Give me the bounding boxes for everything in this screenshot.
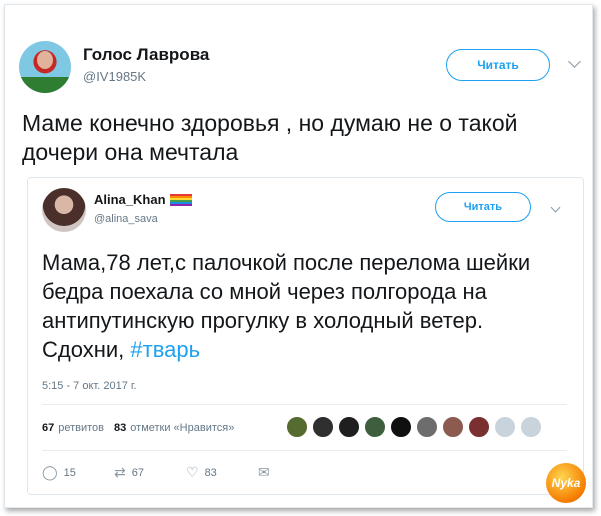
liker-avatar[interactable] (468, 416, 490, 438)
retweets-stat[interactable]: 67 ретвитов (42, 422, 104, 434)
quoted-tweet-body: Мама,78 лет,с палочкой после перелома ше… (42, 250, 531, 362)
watermark-logo: Nyka (546, 463, 586, 503)
like-action[interactable]: ♡ 83 (186, 464, 258, 481)
reply-count: 15 (63, 466, 76, 479)
follow-button[interactable]: Читать (446, 49, 550, 81)
retweets-count: 67 (42, 422, 55, 434)
liker-avatar[interactable] (416, 416, 438, 438)
quoted-chevron-down-icon[interactable] (550, 202, 561, 213)
quoted-author-name-row[interactable]: Alina_Khan (94, 192, 192, 207)
liker-avatar[interactable] (442, 416, 464, 438)
tweet-text: Маме конечно здоровья , но думаю не о та… (22, 110, 518, 165)
liker-avatar[interactable] (494, 416, 516, 438)
retweets-label: ретвитов (58, 422, 105, 434)
quoted-author-avatar[interactable] (42, 188, 86, 232)
retweet-icon: ⇄ (114, 464, 126, 480)
author-handle[interactable]: @IV1985K (83, 69, 146, 84)
liker-avatars (286, 416, 542, 438)
message-action[interactable]: ✉ (258, 464, 330, 481)
quoted-tweet-text: Мама,78 лет,с палочкой после перелома ше… (42, 248, 562, 364)
tweet-actions: ◯ 15 ⇄ 67 ♡ 83 ✉ (42, 464, 330, 481)
tweet-stats: 67 ретвитов 83 отметки «Нравится» (42, 422, 234, 434)
heart-icon: ♡ (186, 464, 199, 480)
author-name[interactable]: Голос Лаврова (83, 45, 209, 65)
likes-stat[interactable]: 83 отметки «Нравится» (114, 422, 234, 434)
liker-avatar[interactable] (312, 416, 334, 438)
rainbow-flag-icon (169, 193, 192, 206)
quoted-follow-button[interactable]: Читать (435, 192, 531, 222)
chevron-down-icon[interactable] (568, 55, 581, 68)
liker-avatar[interactable] (338, 416, 360, 438)
liker-avatar[interactable] (364, 416, 386, 438)
like-count: 83 (204, 466, 217, 479)
likes-label: отметки «Нравится» (130, 422, 235, 434)
reply-icon: ◯ (42, 464, 58, 480)
retweet-action[interactable]: ⇄ 67 (114, 464, 186, 481)
liker-avatar[interactable] (286, 416, 308, 438)
reply-action[interactable]: ◯ 15 (42, 464, 114, 481)
author-avatar[interactable] (19, 41, 71, 93)
tweet-card: Голос Лаврова @IV1985K Читать Маме конеч… (4, 4, 593, 508)
quoted-author-handle[interactable]: @alina_sava (94, 213, 158, 225)
liker-avatar[interactable] (520, 416, 542, 438)
quoted-tweet[interactable]: Alina_Khan @alina_sava Читать Мама,78 ле… (27, 177, 584, 495)
quoted-author-name: Alina_Khan (94, 192, 166, 207)
likes-count: 83 (114, 422, 127, 434)
liker-avatar[interactable] (390, 416, 412, 438)
hashtag-link[interactable]: #тварь (130, 337, 200, 362)
tweet-timestamp[interactable]: 5:15 - 7 окт. 2017 г. (42, 380, 137, 392)
divider (42, 404, 567, 405)
retweet-count: 67 (131, 466, 144, 479)
envelope-icon: ✉ (258, 464, 270, 480)
divider (42, 450, 567, 451)
